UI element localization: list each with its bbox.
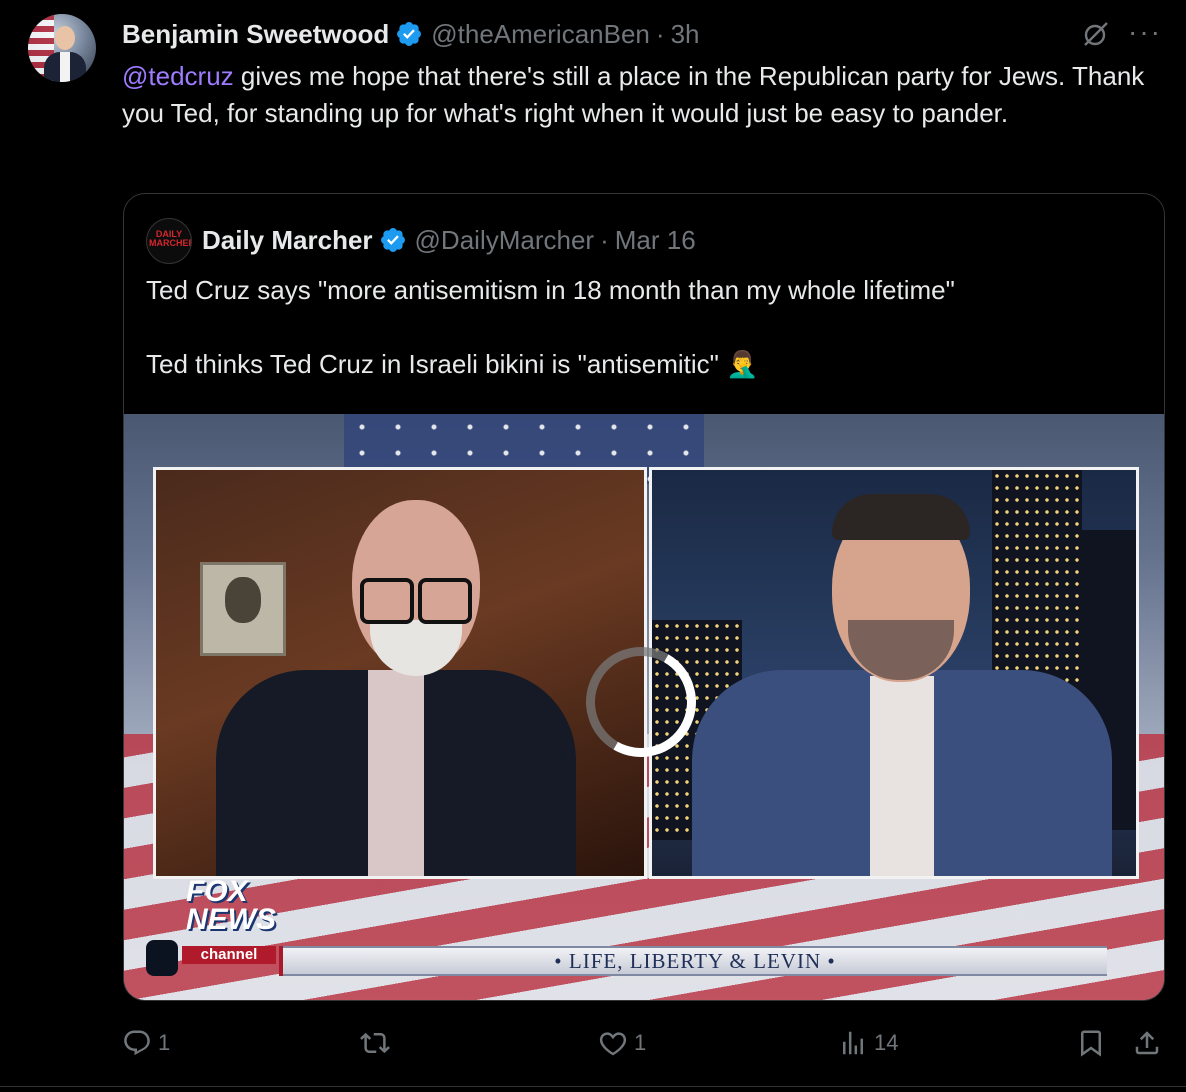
tweet-header: Benjamin Sweetwood @theAmericanBen · 3h: [122, 16, 699, 52]
heart-icon: [599, 1032, 627, 1056]
video-player[interactable]: FOX NEWS channel • LIFE, LIBERTY & LEVIN…: [124, 414, 1164, 1000]
views-button[interactable]: 14: [838, 1028, 898, 1058]
action-bar: 1 1 14: [0, 1022, 1186, 1068]
separator-dot: ·: [600, 224, 609, 255]
author-name[interactable]: Benjamin Sweetwood: [122, 19, 389, 50]
views-chart-icon: [843, 1031, 863, 1055]
host-figure: [156, 470, 644, 876]
quote-author-handle[interactable]: @DailyMarcher: [415, 225, 595, 256]
quoted-tweet[interactable]: DAILY MARCHER Daily Marcher @DailyMarche…: [123, 193, 1165, 1001]
show-title-banner: • LIFE, LIBERTY & LEVIN •: [283, 946, 1107, 976]
views-count: 14: [874, 1030, 899, 1055]
video-panel-right: [649, 467, 1139, 879]
quote-avatar[interactable]: DAILY MARCHER: [146, 218, 192, 264]
fox-news-logo: FOX NEWS channel: [178, 876, 278, 976]
author-handle[interactable]: @theAmericanBen: [431, 19, 650, 50]
quote-line-2: Ted thinks Ted Cruz in Israeli bikini is…: [146, 349, 759, 379]
tweet-time[interactable]: 3h: [671, 19, 700, 50]
repost-button[interactable]: [360, 1028, 396, 1058]
quote-text: Ted Cruz says "more antisemitism in 18 m…: [146, 272, 1146, 383]
repost-icon: [360, 1032, 390, 1054]
like-count: 1: [634, 1030, 647, 1055]
quote-date[interactable]: Mar 16: [615, 225, 696, 256]
logo-line-2: NEWS: [186, 903, 276, 936]
avatar-shirt: [60, 52, 70, 82]
tweet-text: @tedcruz gives me hope that there's stil…: [122, 58, 1172, 132]
quote-avatar-text: DAILY MARCHER: [149, 229, 192, 248]
verified-badge-icon: [380, 228, 405, 252]
like-button[interactable]: 1: [598, 1028, 646, 1058]
avatar-head: [55, 26, 75, 50]
grok-icon[interactable]: [1082, 20, 1110, 48]
logo-line-3: channel: [182, 946, 276, 964]
share-button[interactable]: [1132, 1028, 1162, 1058]
bookmark-button[interactable]: [1076, 1028, 1106, 1058]
quote-line-1: Ted Cruz says "more antisemitism in 18 m…: [146, 275, 955, 305]
separator-dot: ·: [655, 18, 665, 49]
more-icon[interactable]: ···: [1128, 18, 1164, 46]
video-control-button[interactable]: [146, 940, 178, 976]
video-panel-left: [153, 467, 647, 879]
mention-link[interactable]: @tedcruz: [122, 61, 234, 91]
reply-count: 1: [158, 1030, 171, 1055]
author-avatar[interactable]: [28, 14, 96, 82]
guest-figure: [652, 470, 1136, 876]
logo-line-1: FOX: [186, 875, 248, 908]
share-icon: [1135, 1031, 1159, 1055]
verified-badge-icon[interactable]: [395, 20, 423, 48]
reply-icon: [124, 1030, 150, 1056]
reply-button[interactable]: 1: [122, 1028, 170, 1058]
bottom-divider: [0, 1086, 1186, 1087]
tweet-body: gives me hope that there's still a place…: [122, 61, 1145, 128]
quote-header: Daily Marcher @DailyMarcher · Mar 16: [202, 222, 696, 258]
bookmark-icon: [1081, 1030, 1101, 1057]
quote-author-name[interactable]: Daily Marcher: [202, 225, 373, 256]
